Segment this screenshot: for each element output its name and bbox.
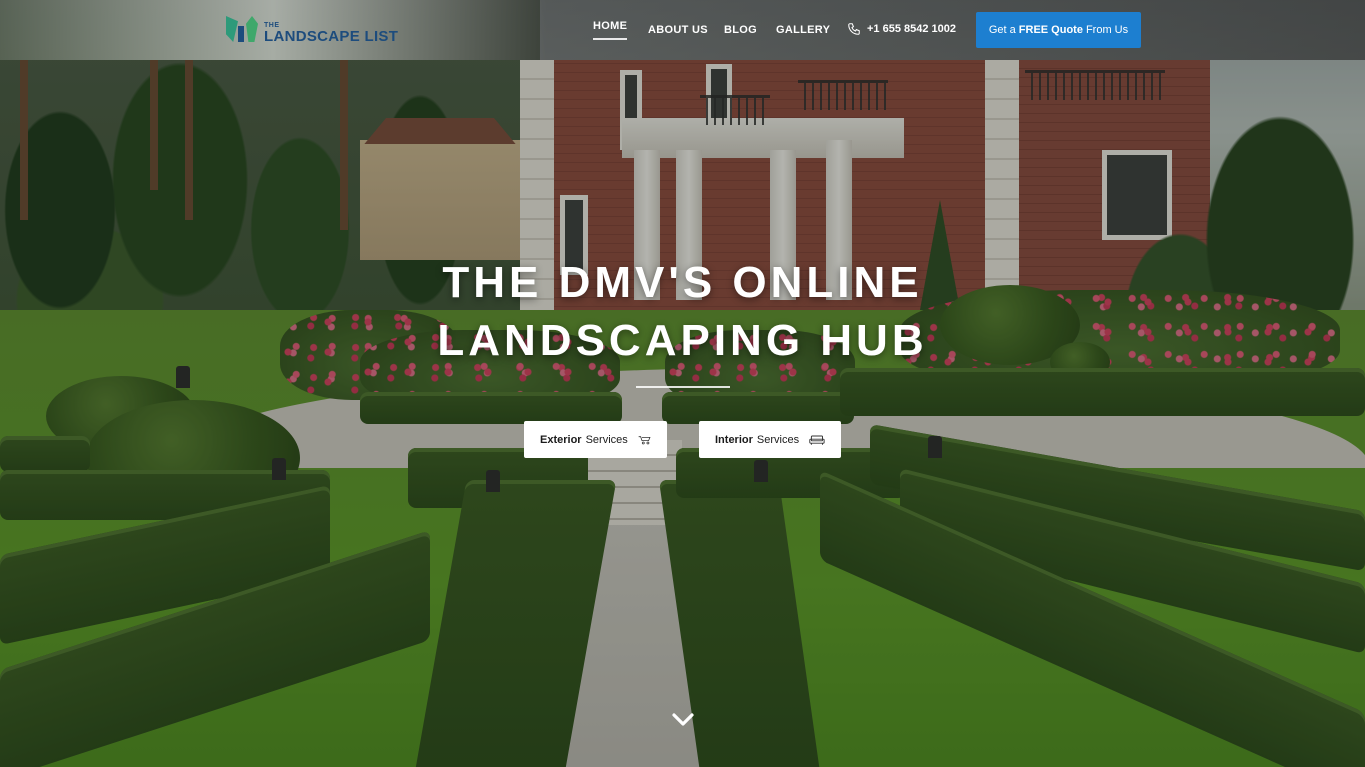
scroll-down-button[interactable] (671, 711, 695, 729)
phone-icon (848, 23, 860, 35)
exterior-rest: Services (585, 433, 628, 446)
logo-name: LANDSCAPE LIST (264, 28, 399, 45)
headline-divider (636, 386, 730, 388)
nav-home[interactable]: HOME (593, 20, 628, 40)
chevron-down-icon (672, 713, 694, 726)
site-logo[interactable]: THE LANDSCAPE LIST (226, 16, 398, 44)
phone-number: +1 655 8542 1002 (867, 23, 957, 35)
free-quote-button[interactable]: Get a FREE Quote From Us (976, 12, 1141, 48)
interior-bold: Interior (715, 433, 753, 446)
quote-bold: FREE Quote (1018, 24, 1083, 36)
nav-blog[interactable]: BLOG (724, 24, 757, 36)
interior-services-button[interactable]: Interior Services (699, 421, 841, 458)
nav-gallery[interactable]: GALLERY (776, 24, 830, 36)
interior-rest: Services (756, 433, 800, 446)
headline-line-2: LANDSCAPING HUB (437, 316, 928, 365)
wheelbarrow-icon (638, 435, 651, 444)
quote-suffix: From Us (1085, 24, 1129, 36)
hero-background (0, 0, 1365, 767)
hero-headline: THE DMV'S ONLINE LANDSCAPING HUB (0, 254, 1365, 370)
site-header: THE LANDSCAPE LIST HOME ABOUT US BLOG GA… (0, 0, 1365, 60)
logo-mark-icon (226, 16, 260, 44)
headline-line-1: THE DMV'S ONLINE (442, 258, 923, 307)
logo-text: THE LANDSCAPE LIST (264, 22, 398, 44)
phone-link[interactable]: +1 655 8542 1002 (847, 22, 956, 36)
exterior-services-button[interactable]: Exterior Services (524, 421, 667, 458)
quote-prefix: Get a (988, 24, 1016, 36)
hero-overlay (0, 0, 1365, 767)
exterior-bold: Exterior (540, 433, 582, 446)
nav-about-us[interactable]: ABOUT US (648, 24, 708, 36)
sofa-icon (809, 435, 825, 445)
